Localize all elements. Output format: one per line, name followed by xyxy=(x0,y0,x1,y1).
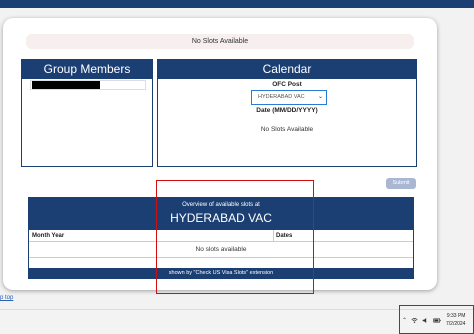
ofc-post-select[interactable]: HYDERABAD VAC ⌄ xyxy=(251,90,327,105)
calendar-status: No Slots Available xyxy=(260,126,314,133)
group-members-panel: Group Members xyxy=(21,59,153,167)
date-label: Date (MM/DD/YYYY) xyxy=(256,107,318,114)
chevron-down-icon: ⌄ xyxy=(317,94,323,100)
calendar-panel: Calendar OFC Post HYDERABAD VAC ⌄ Date (… xyxy=(157,59,417,167)
top-navigation-strip xyxy=(0,0,474,8)
highlight-box-overview xyxy=(156,180,314,294)
redacted-member-name xyxy=(32,81,100,89)
ofc-post-value: HYDERABAD VAC xyxy=(258,94,305,100)
ofc-post-label: OFC Post xyxy=(272,81,302,88)
back-to-top-link[interactable]: p top xyxy=(0,295,13,301)
submit-button[interactable]: Submit xyxy=(386,178,416,189)
highlight-box-tray xyxy=(399,305,474,334)
no-slots-banner: No Slots Available xyxy=(26,34,414,49)
col-month-year: Month Year xyxy=(32,233,65,239)
calendar-title: Calendar xyxy=(158,60,416,79)
group-members-title: Group Members xyxy=(22,60,152,79)
